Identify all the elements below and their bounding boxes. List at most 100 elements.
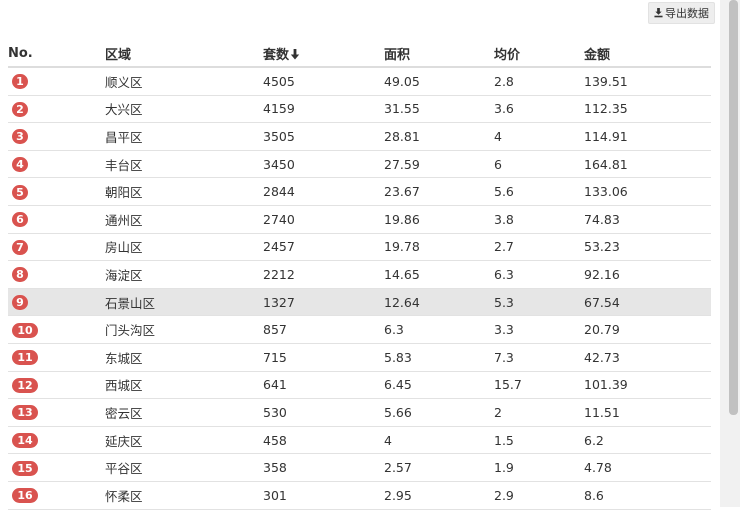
area-cell: 6.3 (384, 315, 494, 344)
export-data-button[interactable]: 导出数据 (648, 2, 715, 24)
download-icon (654, 8, 663, 18)
table-row[interactable]: 13 密云区 530 5.66 2 11.51 (8, 398, 711, 427)
amount-cell: 133.06 (584, 177, 711, 206)
district-cell: 石景山区 (105, 288, 263, 317)
district-cell: 西城区 (105, 371, 263, 400)
amount-cell: 164.81 (584, 150, 711, 179)
rank-cell: 3 (8, 122, 105, 151)
avg-price-cell: 1.9 (494, 453, 584, 482)
data-panel: 导出数据 No. 区域 套数 面积 均价 金额 1 顺义区 4505 49.05 2.8… (0, 0, 720, 510)
amount-cell: 4.78 (584, 453, 711, 482)
rank-badge: 3 (12, 129, 28, 145)
area-cell: 19.78 (384, 233, 494, 262)
rank-badge: 8 (12, 267, 28, 283)
units-cell: 3450 (263, 150, 384, 179)
table-row[interactable]: 15 平谷区 358 2.57 1.9 4.78 (8, 453, 711, 482)
rank-badge: 7 (12, 239, 28, 255)
table-row[interactable]: 1 顺义区 4505 49.05 2.8 139.51 (8, 67, 711, 96)
sort-desc-arrow-icon (290, 48, 300, 59)
amount-cell: 67.54 (584, 288, 711, 317)
units-cell: 4159 (263, 95, 384, 124)
area-cell: 5.66 (384, 398, 494, 427)
units-cell: 301 (263, 481, 384, 510)
rank-badge: 12 (12, 377, 38, 393)
units-cell: 3505 (263, 122, 384, 151)
units-cell: 2212 (263, 260, 384, 289)
units-cell: 2844 (263, 177, 384, 206)
units-cell: 530 (263, 398, 384, 427)
area-cell: 27.59 (384, 150, 494, 179)
district-cell: 朝阳区 (105, 177, 263, 206)
avg-price-cell: 6.3 (494, 260, 584, 289)
amount-cell: 20.79 (584, 315, 711, 344)
table-row[interactable]: 11 东城区 715 5.83 7.3 42.73 (8, 343, 711, 372)
district-cell: 通州区 (105, 205, 263, 234)
rank-badge: 10 (12, 322, 38, 338)
column-header-area[interactable]: 面积 (384, 40, 494, 68)
rank-cell: 8 (8, 260, 105, 289)
avg-price-cell: 5.6 (494, 177, 584, 206)
amount-cell: 6.2 (584, 426, 711, 455)
table-row[interactable]: 10 门头沟区 857 6.3 3.3 20.79 (8, 315, 711, 344)
district-cell: 昌平区 (105, 122, 263, 151)
column-header-no[interactable]: No. (8, 40, 105, 68)
table-row[interactable]: 5 朝阳区 2844 23.67 5.6 133.06 (8, 177, 711, 206)
area-cell: 12.64 (384, 288, 494, 317)
area-cell: 4 (384, 426, 494, 455)
column-header-avg-price[interactable]: 均价 (494, 40, 584, 68)
units-cell: 857 (263, 315, 384, 344)
avg-price-cell: 2.7 (494, 233, 584, 262)
district-cell: 延庆区 (105, 426, 263, 455)
scrollbar-thumb[interactable] (729, 0, 738, 415)
units-cell: 641 (263, 371, 384, 400)
avg-price-cell: 15.7 (494, 371, 584, 400)
district-cell: 东城区 (105, 343, 263, 372)
table-header-row: No. 区域 套数 面积 均价 金额 (8, 40, 711, 68)
export-data-label: 导出数据 (665, 7, 709, 20)
rank-badge: 14 (12, 433, 38, 449)
rank-cell: 12 (8, 371, 105, 400)
vertical-scrollbar[interactable] (720, 0, 740, 507)
district-cell: 怀柔区 (105, 481, 263, 510)
rank-badge: 16 (12, 488, 38, 504)
column-header-units[interactable]: 套数 (263, 40, 384, 68)
area-cell: 23.67 (384, 177, 494, 206)
district-cell: 丰台区 (105, 150, 263, 179)
rank-cell: 13 (8, 398, 105, 427)
column-header-district[interactable]: 区域 (105, 40, 263, 68)
column-header-amount[interactable]: 金额 (584, 40, 711, 68)
area-cell: 2.57 (384, 453, 494, 482)
rank-badge: 6 (12, 212, 28, 228)
rank-badge: 13 (12, 405, 38, 421)
avg-price-cell: 2.9 (494, 481, 584, 510)
table-row[interactable]: 3 昌平区 3505 28.81 4 114.91 (8, 122, 711, 151)
table-row[interactable]: 16 怀柔区 301 2.95 2.9 8.6 (8, 481, 711, 510)
amount-cell: 101.39 (584, 371, 711, 400)
amount-cell: 139.51 (584, 67, 711, 96)
amount-cell: 92.16 (584, 260, 711, 289)
rank-cell: 2 (8, 95, 105, 124)
area-cell: 14.65 (384, 260, 494, 289)
district-cell: 门头沟区 (105, 315, 263, 344)
table-row[interactable]: 4 丰台区 3450 27.59 6 164.81 (8, 150, 711, 179)
district-cell: 海淀区 (105, 260, 263, 289)
rank-cell: 1 (8, 67, 105, 96)
units-cell: 2740 (263, 205, 384, 234)
amount-cell: 53.23 (584, 233, 711, 262)
table-row[interactable]: 2 大兴区 4159 31.55 3.6 112.35 (8, 95, 711, 124)
table-row[interactable]: 9 石景山区 1327 12.64 5.3 67.54 (8, 288, 711, 317)
avg-price-cell: 4 (494, 122, 584, 151)
avg-price-cell: 5.3 (494, 288, 584, 317)
avg-price-cell: 3.3 (494, 315, 584, 344)
table-row[interactable]: 8 海淀区 2212 14.65 6.3 92.16 (8, 260, 711, 289)
amount-cell: 114.91 (584, 122, 711, 151)
rank-badge: 1 (12, 74, 28, 90)
avg-price-cell: 3.8 (494, 205, 584, 234)
units-cell: 2457 (263, 233, 384, 262)
table-row[interactable]: 12 西城区 641 6.45 15.7 101.39 (8, 371, 711, 400)
area-cell: 31.55 (384, 95, 494, 124)
table-row[interactable]: 7 房山区 2457 19.78 2.7 53.23 (8, 233, 711, 262)
avg-price-cell: 2.8 (494, 67, 584, 96)
table-row[interactable]: 14 延庆区 458 4 1.5 6.2 (8, 426, 711, 455)
table-row[interactable]: 6 通州区 2740 19.86 3.8 74.83 (8, 205, 711, 234)
